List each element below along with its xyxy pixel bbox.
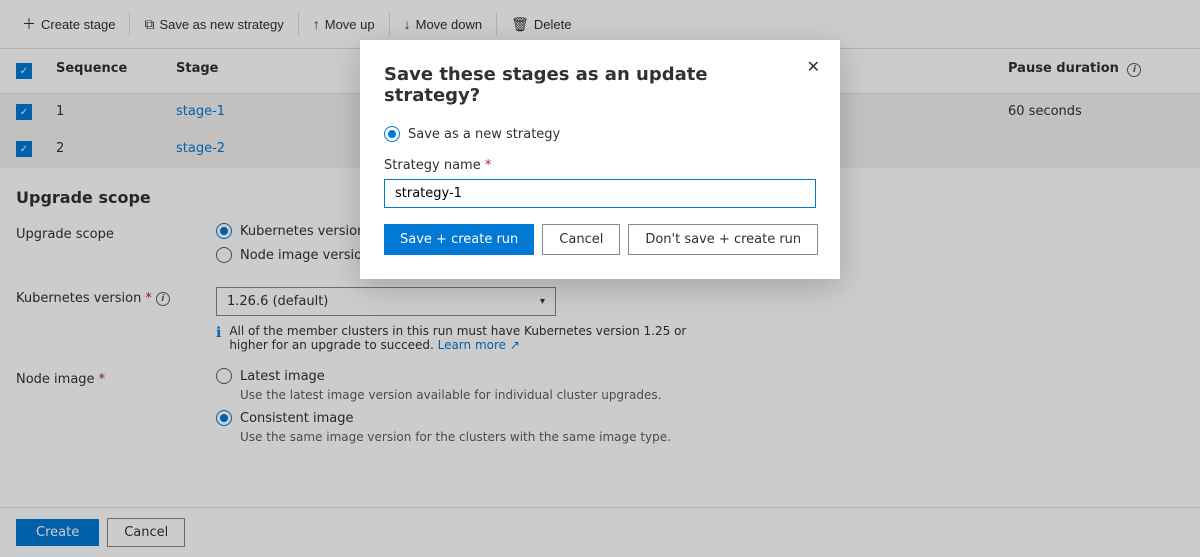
modal-close-button[interactable]: ✕ bbox=[803, 56, 824, 80]
modal-actions: Save + create run Cancel Don't save + cr… bbox=[384, 224, 816, 255]
modal-save-radio-label: Save as a new strategy bbox=[408, 127, 560, 142]
modal-cancel-button[interactable]: Cancel bbox=[542, 224, 620, 255]
strategy-name-label: Strategy name * bbox=[384, 158, 816, 173]
strategy-name-input[interactable] bbox=[384, 179, 816, 208]
modal-save-radio[interactable] bbox=[384, 126, 400, 142]
modal-save-radio-option[interactable]: Save as a new strategy bbox=[384, 126, 816, 142]
modal-title: Save these stages as an update strategy? bbox=[384, 64, 816, 106]
strategy-name-required: * bbox=[485, 158, 492, 173]
modal-save-radio-dot bbox=[388, 130, 396, 138]
modal-overlay: Save these stages as an update strategy?… bbox=[0, 0, 1200, 557]
save-create-run-button[interactable]: Save + create run bbox=[384, 224, 534, 255]
dont-save-create-run-button[interactable]: Don't save + create run bbox=[628, 224, 818, 255]
save-strategy-modal: Save these stages as an update strategy?… bbox=[360, 40, 840, 279]
